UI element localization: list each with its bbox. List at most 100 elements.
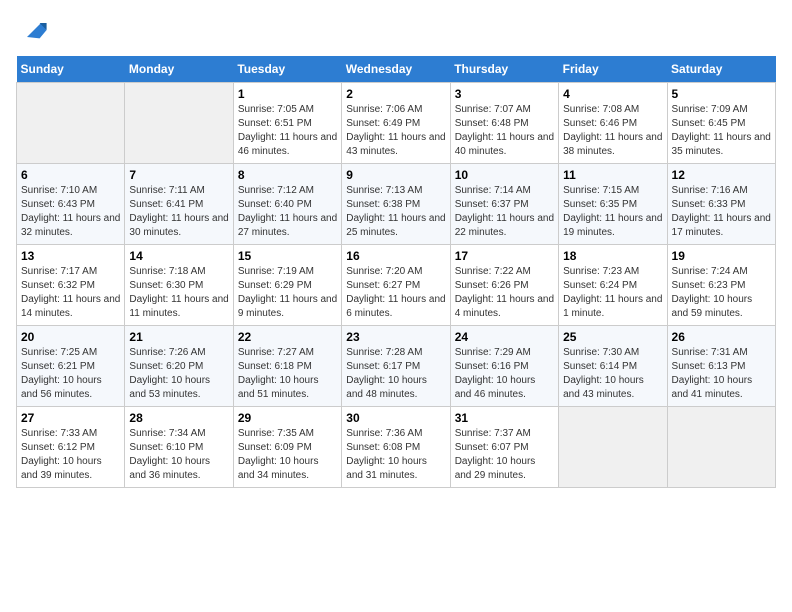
day-number: 29 [238, 411, 337, 425]
day-number: 19 [672, 249, 771, 263]
day-info: Sunrise: 7:27 AMSunset: 6:18 PMDaylight:… [238, 346, 337, 402]
day-number: 13 [21, 249, 120, 263]
day-info: Sunrise: 7:24 AMSunset: 6:23 PMDaylight:… [672, 265, 771, 321]
calendar-day-cell: 12 Sunrise: 7:16 AMSunset: 6:33 PMDayligh… [667, 164, 775, 245]
day-info: Sunrise: 7:37 AMSunset: 6:07 PMDaylight:… [455, 427, 554, 483]
day-info: Sunrise: 7:23 AMSunset: 6:24 PMDaylight:… [563, 265, 662, 321]
day-info: Sunrise: 7:13 AMSunset: 6:38 PMDaylight:… [346, 184, 445, 240]
calendar-day-cell: 13 Sunrise: 7:17 AMSunset: 6:32 PMDayligh… [17, 245, 125, 326]
calendar-week-row: 20 Sunrise: 7:25 AMSunset: 6:21 PMDayligh… [17, 326, 776, 407]
logo-icon [20, 16, 48, 44]
day-info: Sunrise: 7:15 AMSunset: 6:35 PMDaylight:… [563, 184, 662, 240]
day-of-week-header: Wednesday [342, 56, 450, 83]
calendar-day-cell: 25 Sunrise: 7:30 AMSunset: 6:14 PMDayligh… [559, 326, 667, 407]
day-number: 28 [129, 411, 228, 425]
day-number: 25 [563, 330, 662, 344]
day-number: 24 [455, 330, 554, 344]
day-number: 2 [346, 87, 445, 101]
day-info: Sunrise: 7:25 AMSunset: 6:21 PMDaylight:… [21, 346, 120, 402]
day-number: 9 [346, 168, 445, 182]
calendar-day-cell: 21 Sunrise: 7:26 AMSunset: 6:20 PMDayligh… [125, 326, 233, 407]
calendar-day-cell: 20 Sunrise: 7:25 AMSunset: 6:21 PMDayligh… [17, 326, 125, 407]
calendar-week-row: 27Sunrise: 7:33 AMSunset: 6:12 PMDayligh… [17, 407, 776, 488]
calendar-day-cell: 19 Sunrise: 7:24 AMSunset: 6:23 PMDayligh… [667, 245, 775, 326]
calendar-day-cell: 18 Sunrise: 7:23 AMSunset: 6:24 PMDayligh… [559, 245, 667, 326]
day-info: Sunrise: 7:05 AMSunset: 6:51 PMDaylight:… [238, 103, 337, 159]
day-info: Sunrise: 7:20 AMSunset: 6:27 PMDaylight:… [346, 265, 445, 321]
day-info: Sunrise: 7:18 AMSunset: 6:30 PMDaylight:… [129, 265, 228, 321]
day-number: 26 [672, 330, 771, 344]
day-number: 10 [455, 168, 554, 182]
calendar-day-cell: 9 Sunrise: 7:13 AMSunset: 6:38 PMDaylight… [342, 164, 450, 245]
calendar-day-cell: 7 Sunrise: 7:11 AMSunset: 6:41 PMDaylight… [125, 164, 233, 245]
day-number: 12 [672, 168, 771, 182]
day-info: Sunrise: 7:19 AMSunset: 6:29 PMDaylight:… [238, 265, 337, 321]
day-number: 30 [346, 411, 445, 425]
calendar-day-cell: 14 Sunrise: 7:18 AMSunset: 6:30 PMDayligh… [125, 245, 233, 326]
day-number: 8 [238, 168, 337, 182]
calendar-day-cell: 30 Sunrise: 7:36 AMSunset: 6:08 PMDayligh… [342, 407, 450, 488]
calendar-day-cell: 31 Sunrise: 7:37 AMSunset: 6:07 PMDayligh… [450, 407, 558, 488]
calendar-day-cell: 1Sunrise: 7:05 AMSunset: 6:51 PMDaylight… [233, 83, 341, 164]
day-number: 18 [563, 249, 662, 263]
day-info: Sunrise: 7:11 AMSunset: 6:41 PMDaylight:… [129, 184, 228, 240]
calendar-day-cell: 28 Sunrise: 7:34 AMSunset: 6:10 PMDayligh… [125, 407, 233, 488]
day-info: Sunrise: 7:16 AMSunset: 6:33 PMDaylight:… [672, 184, 771, 240]
calendar-day-cell: 11 Sunrise: 7:15 AMSunset: 6:35 PMDayligh… [559, 164, 667, 245]
calendar-day-cell: 4Sunrise: 7:08 AMSunset: 6:46 PMDaylight… [559, 83, 667, 164]
calendar-day-cell [125, 83, 233, 164]
calendar-day-cell [17, 83, 125, 164]
day-number: 14 [129, 249, 228, 263]
day-number: 16 [346, 249, 445, 263]
day-number: 17 [455, 249, 554, 263]
day-of-week-header: Sunday [17, 56, 125, 83]
day-number: 15 [238, 249, 337, 263]
calendar-day-cell: 29 Sunrise: 7:35 AMSunset: 6:09 PMDayligh… [233, 407, 341, 488]
calendar-day-cell: 3 Sunrise: 7:07 AMSunset: 6:48 PMDaylight… [450, 83, 558, 164]
day-number: 21 [129, 330, 228, 344]
day-info: Sunrise: 7:12 AMSunset: 6:40 PMDaylight:… [238, 184, 337, 240]
day-info: Sunrise: 7:22 AMSunset: 6:26 PMDaylight:… [455, 265, 554, 321]
calendar-day-cell: 6Sunrise: 7:10 AMSunset: 6:43 PMDaylight… [17, 164, 125, 245]
day-info: Sunrise: 7:14 AMSunset: 6:37 PMDaylight:… [455, 184, 554, 240]
day-info: Sunrise: 7:07 AMSunset: 6:48 PMDaylight:… [455, 103, 554, 159]
day-info: Sunrise: 7:26 AMSunset: 6:20 PMDaylight:… [129, 346, 228, 402]
calendar-day-cell: 17 Sunrise: 7:22 AMSunset: 6:26 PMDayligh… [450, 245, 558, 326]
calendar-day-cell: 16 Sunrise: 7:20 AMSunset: 6:27 PMDayligh… [342, 245, 450, 326]
day-info: Sunrise: 7:34 AMSunset: 6:10 PMDaylight:… [129, 427, 228, 483]
day-number: 31 [455, 411, 554, 425]
day-of-week-header: Friday [559, 56, 667, 83]
calendar-day-cell: 15 Sunrise: 7:19 AMSunset: 6:29 PMDayligh… [233, 245, 341, 326]
calendar-day-cell: 26Sunrise: 7:31 AMSunset: 6:13 PMDayligh… [667, 326, 775, 407]
day-info: Sunrise: 7:17 AMSunset: 6:32 PMDaylight:… [21, 265, 120, 321]
calendar-week-row: 13 Sunrise: 7:17 AMSunset: 6:32 PMDayligh… [17, 245, 776, 326]
day-number: 23 [346, 330, 445, 344]
calendar-day-cell: 2Sunrise: 7:06 AMSunset: 6:49 PMDaylight… [342, 83, 450, 164]
day-number: 3 [455, 87, 554, 101]
calendar-week-row: 1Sunrise: 7:05 AMSunset: 6:51 PMDaylight… [17, 83, 776, 164]
calendar-day-cell [667, 407, 775, 488]
calendar-week-row: 6Sunrise: 7:10 AMSunset: 6:43 PMDaylight… [17, 164, 776, 245]
calendar-day-cell: 8 Sunrise: 7:12 AMSunset: 6:40 PMDaylight… [233, 164, 341, 245]
day-info: Sunrise: 7:29 AMSunset: 6:16 PMDaylight:… [455, 346, 554, 402]
day-info: Sunrise: 7:09 AMSunset: 6:45 PMDaylight:… [672, 103, 771, 159]
day-info: Sunrise: 7:36 AMSunset: 6:08 PMDaylight:… [346, 427, 445, 483]
day-info: Sunrise: 7:28 AMSunset: 6:17 PMDaylight:… [346, 346, 445, 402]
day-number: 11 [563, 168, 662, 182]
day-number: 20 [21, 330, 120, 344]
calendar-day-cell: 27Sunrise: 7:33 AMSunset: 6:12 PMDayligh… [17, 407, 125, 488]
calendar-table: SundayMondayTuesdayWednesdayThursdayFrid… [16, 56, 776, 488]
day-info: Sunrise: 7:10 AMSunset: 6:43 PMDaylight:… [21, 184, 120, 240]
calendar-day-cell: 23 Sunrise: 7:28 AMSunset: 6:17 PMDayligh… [342, 326, 450, 407]
calendar-header-row: SundayMondayTuesdayWednesdayThursdayFrid… [17, 56, 776, 83]
day-of-week-header: Saturday [667, 56, 775, 83]
day-info: Sunrise: 7:35 AMSunset: 6:09 PMDaylight:… [238, 427, 337, 483]
calendar-day-cell: 24 Sunrise: 7:29 AMSunset: 6:16 PMDayligh… [450, 326, 558, 407]
day-info: Sunrise: 7:30 AMSunset: 6:14 PMDaylight:… [563, 346, 662, 402]
calendar-day-cell: 5 Sunrise: 7:09 AMSunset: 6:45 PMDaylight… [667, 83, 775, 164]
page-header [16, 16, 776, 44]
day-number: 5 [672, 87, 771, 101]
day-number: 4 [563, 87, 662, 101]
day-number: 7 [129, 168, 228, 182]
day-of-week-header: Thursday [450, 56, 558, 83]
